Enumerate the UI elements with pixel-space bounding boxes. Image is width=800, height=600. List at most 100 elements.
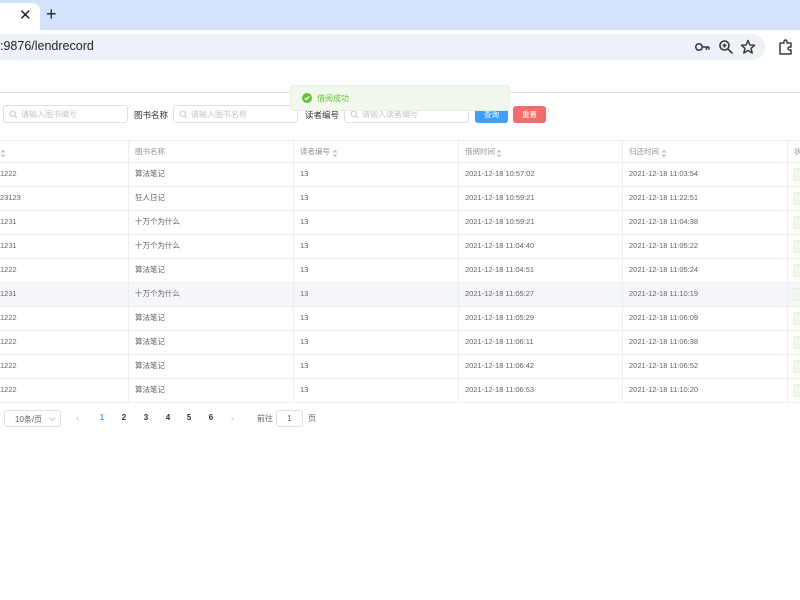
page-5[interactable]: 5 [183, 413, 195, 422]
cell-lend-time: 2021-12-18 10:57:02 [465, 169, 535, 178]
cell-book-name: 狂人日记 [135, 193, 165, 202]
cell-lend-time: 2021-12-18 11:04:51 [465, 265, 535, 274]
search-icon [179, 110, 188, 119]
book-name-placeholder: 请输入图书名称 [191, 110, 247, 119]
book-name-search-input[interactable]: 请输入图书名称 [173, 105, 298, 123]
status-tag [793, 384, 800, 397]
browser-tab[interactable]: ✕ [0, 3, 40, 30]
status-tag [793, 360, 800, 373]
table-row[interactable]: 1222 算法笔记 13 2021-12-18 10:57:02 2021-12-18 … [0, 163, 800, 187]
header-status: 状 [794, 147, 800, 156]
page-4[interactable]: 4 [162, 413, 174, 422]
column-divider [622, 140, 623, 402]
key-icon[interactable] [693, 37, 713, 57]
cell-book-no: 1231 [0, 241, 17, 250]
status-tag [793, 240, 800, 253]
cell-reader-no: 13 [300, 385, 309, 394]
cell-reader-no: 13 [300, 217, 309, 226]
table-row[interactable]: 1222 算法笔记 13 2021-12-18 11:04:51 2021-12-18 … [0, 259, 800, 283]
new-tab-button[interactable]: + [46, 4, 57, 24]
cell-book-name: 十万个为什么 [135, 289, 180, 298]
sort-icon[interactable] [496, 149, 502, 158]
cell-book-no: 1222 [0, 313, 17, 322]
cell-lend-time: 2021-12-18 11:06:42 [465, 361, 535, 370]
table-row[interactable]: 1231 十万个为什么 13 2021-12-18 11:04:40 2021-12-1… [0, 235, 800, 259]
cell-book-no: 1231 [0, 217, 17, 226]
book-name-label: 图书名称 [134, 110, 169, 120]
cell-reader-no: 13 [300, 193, 309, 202]
cell-lend-time: 2021-12-18 11:06:53 [465, 385, 535, 394]
cell-return-time: 2021-12-18 11:06:09 [629, 313, 699, 322]
search-icon [350, 110, 359, 119]
toast-message: 借阅成功 [317, 94, 349, 103]
cell-book-no: 1222 [0, 361, 17, 370]
table-row[interactable]: 23123 狂人日记 13 2021-12-18 10:59:21 2021-12-18… [0, 187, 800, 211]
table-header: 图书名称 读者编号 借阅时间 归还时间 状 [0, 140, 800, 163]
status-tag [793, 288, 800, 301]
table-row[interactable]: 1222 算法笔记 13 2021-12-18 11:06:53 2021-12-18 … [0, 379, 800, 403]
goto-page-input[interactable]: 1 [276, 410, 303, 427]
column-divider [293, 140, 294, 402]
column-divider [458, 140, 459, 402]
header-reader-no: 读者编号 [300, 147, 330, 156]
cell-lend-time: 2021-12-18 11:05:27 [465, 289, 535, 298]
prev-page-button[interactable]: ‹ [76, 413, 79, 423]
chevron-down-icon [49, 417, 56, 421]
cell-reader-no: 13 [300, 241, 309, 250]
cell-book-no: 23123 [0, 193, 21, 202]
header-return-time: 归还时间 [629, 147, 659, 156]
status-tag [793, 264, 800, 277]
cell-reader-no: 13 [300, 169, 309, 178]
table-row[interactable]: 1222 算法笔记 13 2021-12-18 11:05:29 2021-12-18 … [0, 307, 800, 331]
page-6[interactable]: 6 [205, 413, 217, 422]
goto-prefix: 前往 [257, 414, 273, 423]
table-row[interactable]: 1222 算法笔记 13 2021-12-18 11:06:11 2021-12-18 … [0, 331, 800, 355]
cell-book-name: 算法笔记 [135, 361, 165, 370]
book-no-search-input[interactable]: 请输入图书编号 [3, 105, 128, 123]
cell-return-time: 2021-12-18 11:10:19 [629, 289, 699, 298]
next-page-button[interactable]: › [231, 413, 234, 423]
goto-suffix: 页 [308, 414, 316, 423]
address-bar[interactable]: :9876/lendrecord [0, 34, 765, 60]
page-3[interactable]: 3 [140, 413, 152, 422]
page-size-select[interactable]: 10条/页 [4, 410, 61, 427]
success-check-icon [302, 93, 312, 103]
sort-icon[interactable] [0, 149, 6, 158]
cell-book-name: 十万个为什么 [135, 241, 180, 250]
zoom-icon[interactable] [716, 37, 736, 57]
cell-reader-no: 13 [300, 337, 309, 346]
pagination: 10条/页 ‹ 1 2 3 4 5 6 › 前往 1 页 [0, 410, 800, 428]
header-lend-time: 借阅时间 [465, 147, 495, 156]
cell-lend-time: 2021-12-18 11:05:29 [465, 313, 535, 322]
cell-return-time: 2021-12-18 11:06:52 [629, 361, 699, 370]
cell-book-name: 算法笔记 [135, 265, 165, 274]
sort-icon[interactable] [661, 149, 667, 158]
star-icon[interactable] [738, 37, 758, 57]
page-1[interactable]: 1 [96, 413, 108, 422]
cell-book-name: 算法笔记 [135, 337, 165, 346]
reset-button[interactable]: 重置 [513, 106, 546, 123]
status-tag [793, 192, 800, 205]
cell-return-time: 2021-12-18 11:10:20 [629, 385, 699, 394]
page-2[interactable]: 2 [118, 413, 130, 422]
cell-book-no: 1222 [0, 337, 17, 346]
close-tab-icon[interactable]: ✕ [19, 8, 32, 24]
cell-return-time: 2021-12-18 11:05:24 [629, 265, 699, 274]
table-row[interactable]: 1222 算法笔记 13 2021-12-18 11:06:42 2021-12-18 … [0, 355, 800, 379]
table-row[interactable]: 1231 十万个为什么 13 2021-12-18 11:05:27 2021-12-1… [0, 283, 800, 307]
cell-book-no: 1222 [0, 265, 17, 274]
cell-book-no: 1222 [0, 385, 17, 394]
table-row[interactable]: 1231 十万个为什么 13 2021-12-18 10:59:21 2021-12-1… [0, 211, 800, 235]
sort-icon[interactable] [332, 149, 338, 158]
extensions-icon[interactable] [776, 37, 796, 57]
cell-reader-no: 13 [300, 265, 309, 274]
address-url[interactable]: :9876/lendrecord [0, 39, 94, 53]
cell-book-name: 十万个为什么 [135, 217, 180, 226]
status-tag [793, 168, 800, 181]
cell-book-name: 算法笔记 [135, 313, 165, 322]
cell-lend-time: 2021-12-18 10:59:21 [465, 193, 535, 202]
status-tag [793, 336, 800, 349]
cell-book-name: 算法笔记 [135, 385, 165, 394]
column-divider [128, 140, 129, 402]
cell-lend-time: 2021-12-18 11:04:40 [465, 241, 535, 250]
